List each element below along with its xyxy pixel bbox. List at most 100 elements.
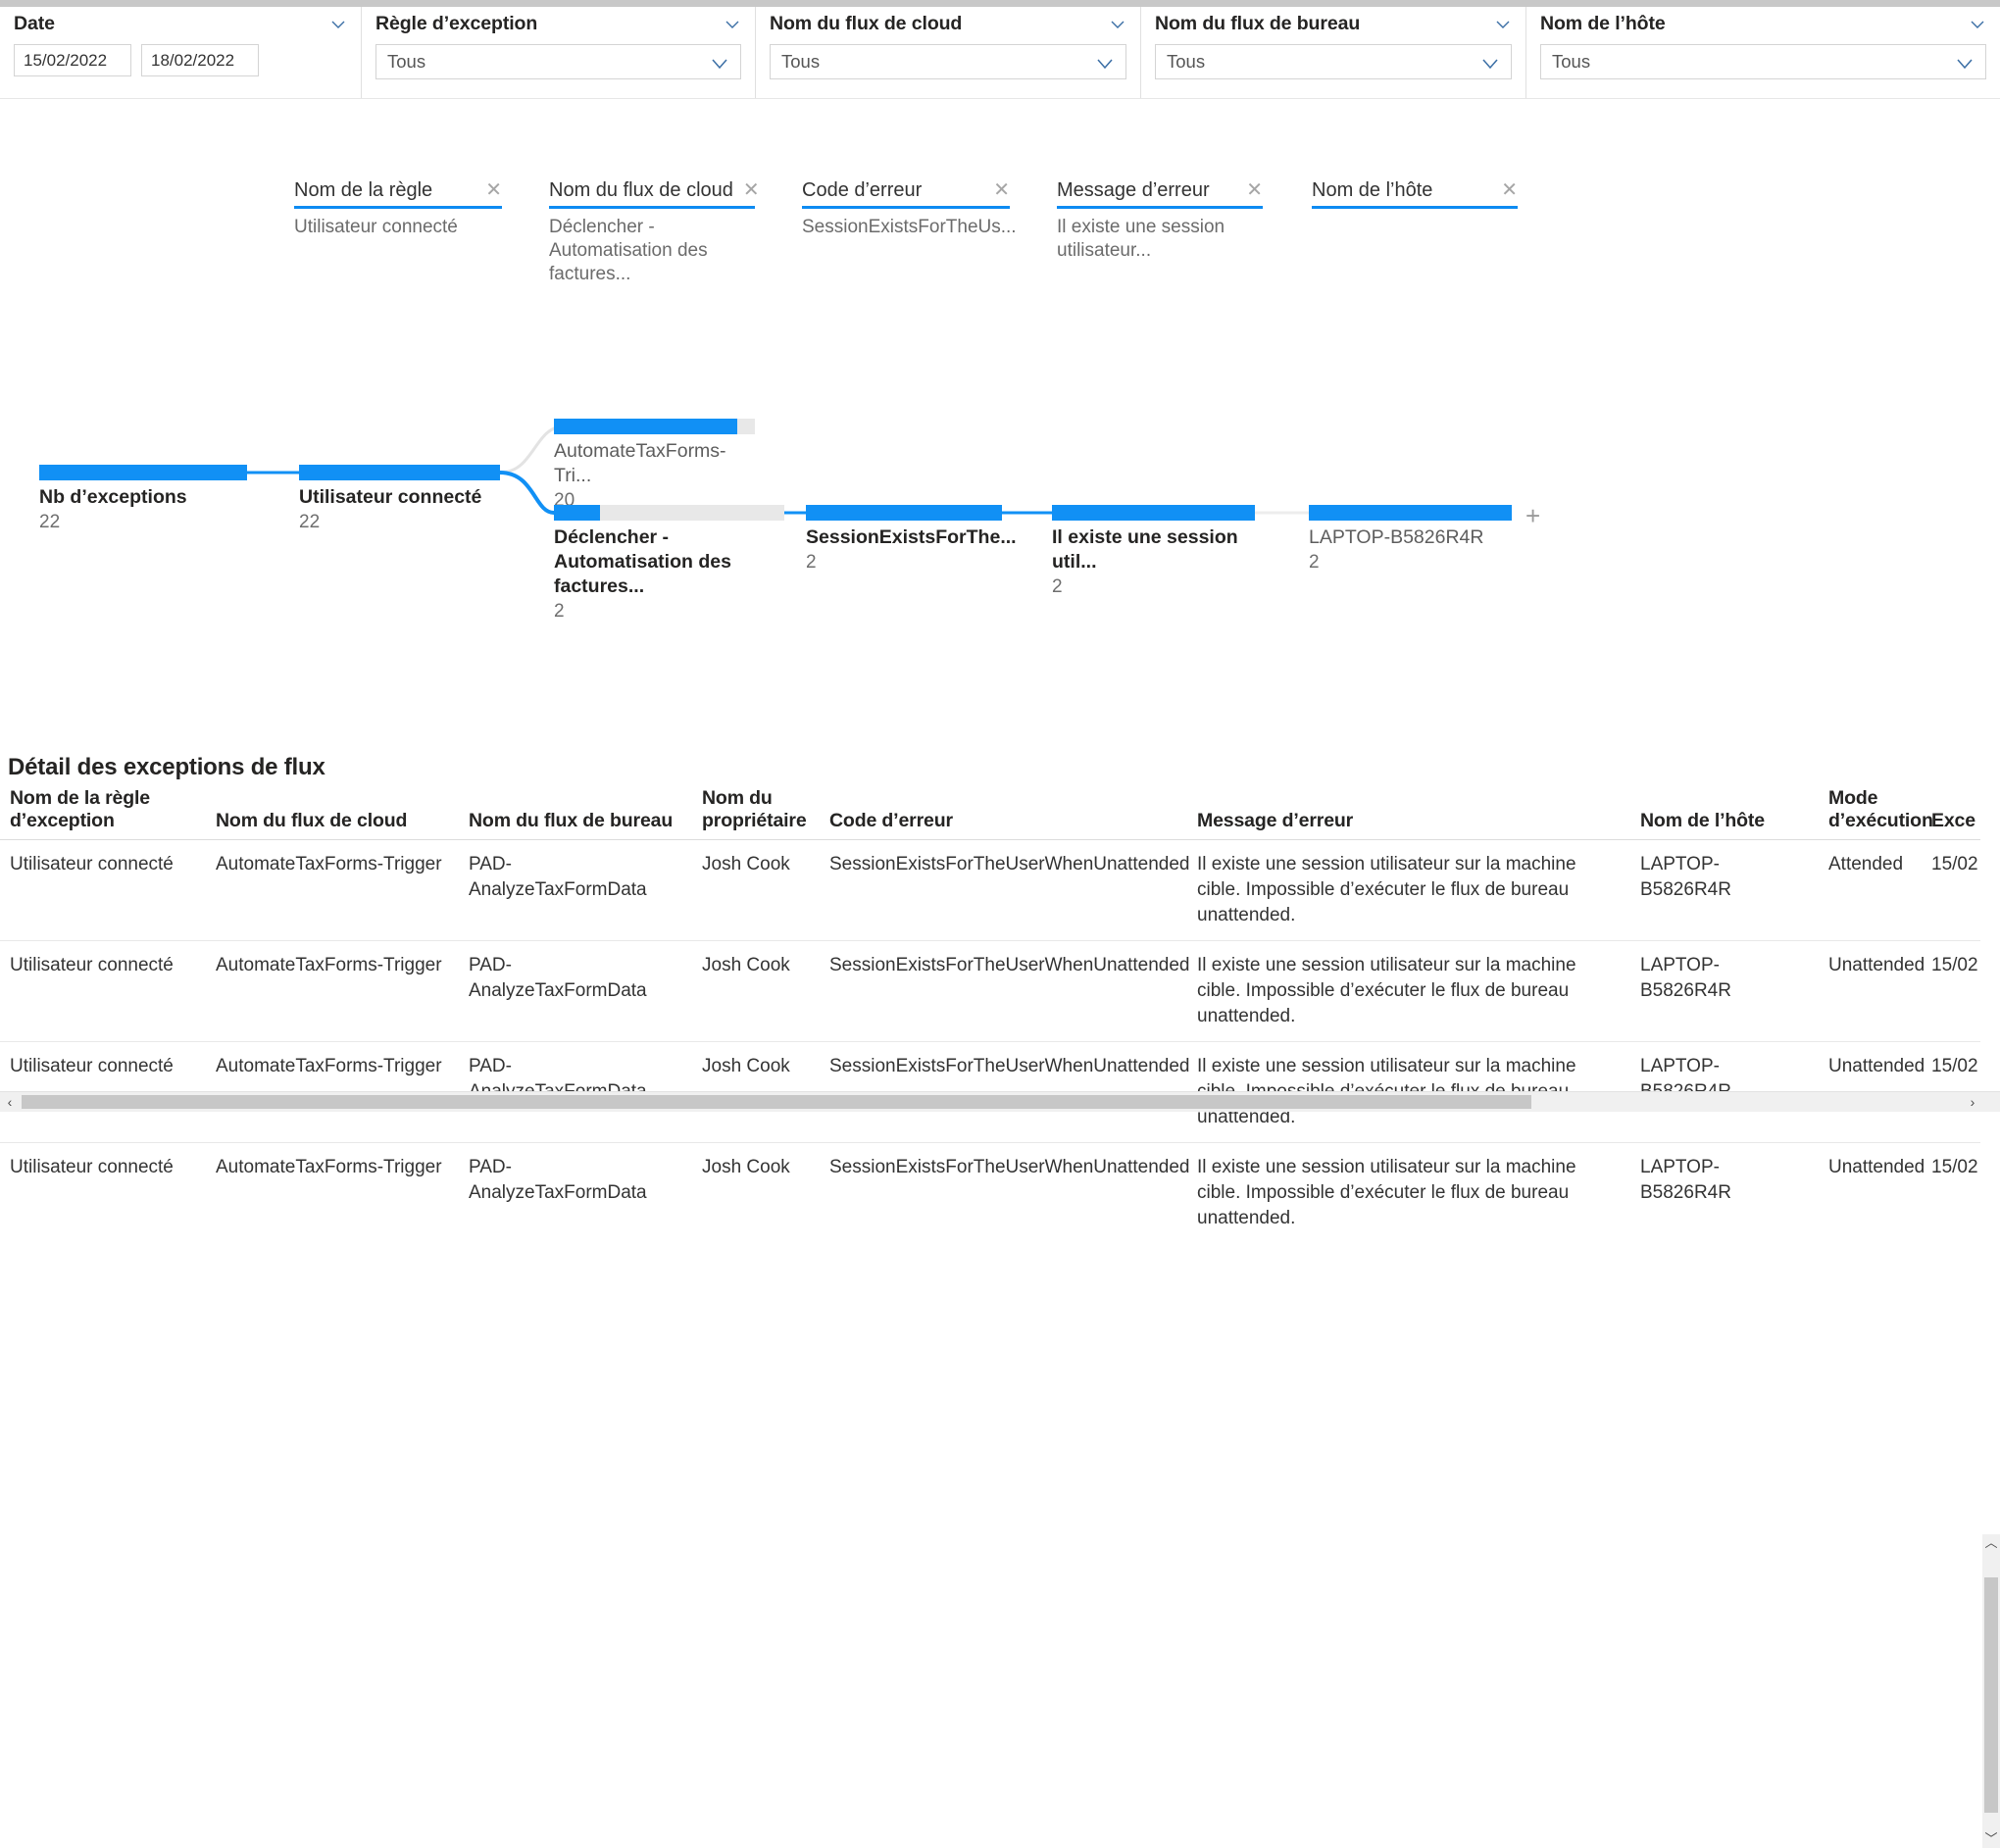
close-icon[interactable]: ✕ xyxy=(983,180,1010,200)
table-row[interactable]: Utilisateur connecté AutomateTaxForms-Tr… xyxy=(0,1143,1980,1244)
scroll-up-icon[interactable]: ︿ xyxy=(1982,1534,2000,1552)
close-icon[interactable]: ✕ xyxy=(475,180,502,200)
filter-cloud-flow: Nom du flux de cloud Tous xyxy=(755,7,1140,98)
tree-node-bar xyxy=(554,505,784,521)
filter-host-title: Nom de l’hôte xyxy=(1540,12,1666,35)
tree-node-value: 2 xyxy=(554,600,784,624)
exception-details-table: Nom de la règle d’exception Nom du flux … xyxy=(0,787,1980,1243)
column-header-cloud-flow[interactable]: Nom du flux de cloud xyxy=(206,787,459,840)
chip-value: Utilisateur connecté xyxy=(294,209,502,239)
cell-owner: Josh Cook xyxy=(692,941,820,1042)
chip-label: Nom du flux de cloud xyxy=(549,178,733,202)
cell-desktop-flow: PAD-AnalyzeTaxFormData xyxy=(459,840,692,941)
column-header-error-message[interactable]: Message d’erreur xyxy=(1187,787,1630,840)
chip-host-name[interactable]: Nom de l’hôte ✕ xyxy=(1312,178,1518,216)
scroll-down-icon[interactable]: ﹀ xyxy=(1982,1830,2000,1848)
tree-node-value: 22 xyxy=(299,511,500,534)
filter-host-dropdown[interactable]: Tous xyxy=(1540,44,1986,79)
cell-date: 15/02 xyxy=(1922,840,1980,941)
tree-node-label: SessionExistsForThe... xyxy=(806,525,1002,550)
cell-rule: Utilisateur connecté xyxy=(0,840,206,941)
close-icon[interactable]: ✕ xyxy=(733,180,760,200)
chip-cloud-flow-name[interactable]: Nom du flux de cloud ✕ Déclencher - Auto… xyxy=(549,178,755,286)
chevron-down-icon[interactable] xyxy=(724,16,741,33)
chip-rule-name-head: Nom de la règle ✕ xyxy=(294,178,502,209)
cell-host: LAPTOP-B5826R4R xyxy=(1630,941,1819,1042)
decomposition-tree: Nb d’exceptions 22 Utilisateur connecté … xyxy=(0,392,2000,716)
cell-mode: Attended xyxy=(1819,840,1922,941)
table-header-row: Nom de la règle d’exception Nom du flux … xyxy=(0,787,1980,840)
tree-node-value: 2 xyxy=(1052,575,1255,599)
table-horizontal-scrollbar[interactable]: ‹ › xyxy=(0,1091,2000,1112)
cell-cloud-flow: AutomateTaxForms-Trigger xyxy=(206,840,459,941)
chevron-down-icon xyxy=(1479,53,1501,75)
chip-value: Il existe une session utilisateur... xyxy=(1057,209,1263,263)
tree-node-error-message[interactable]: Il existe une session util... 2 xyxy=(1052,505,1255,599)
tree-node-bar xyxy=(554,419,755,434)
filter-host-header: Nom de l’hôte xyxy=(1526,7,2000,35)
cell-error-message: Il existe une session utilisateur sur la… xyxy=(1187,1143,1630,1244)
cell-cloud-flow: AutomateTaxForms-Trigger xyxy=(206,1143,459,1244)
cell-error-code: SessionExistsForTheUserWhenUnattended xyxy=(820,840,1187,941)
cell-desktop-flow: PAD-AnalyzeTaxFormData xyxy=(459,1143,692,1244)
chevron-down-icon[interactable] xyxy=(1494,16,1512,33)
chip-rule-name[interactable]: Nom de la règle ✕ Utilisateur connecté xyxy=(294,178,502,239)
add-level-icon[interactable]: + xyxy=(1525,506,1540,525)
filter-desktop-flow-header: Nom du flux de bureau xyxy=(1141,7,1525,35)
scroll-right-icon[interactable]: › xyxy=(1963,1092,1982,1112)
cell-cloud-flow: AutomateTaxForms-Trigger xyxy=(206,941,459,1042)
tree-node-value: 2 xyxy=(806,551,1002,574)
tree-node-total[interactable]: Nb d’exceptions 22 xyxy=(39,465,247,534)
tree-node-cloudflow-automate[interactable]: AutomateTaxForms-Tri... 20 xyxy=(554,419,755,513)
chevron-down-icon xyxy=(709,53,730,75)
column-header-error-code[interactable]: Code d’erreur xyxy=(820,787,1187,840)
filter-cloud-flow-value: Tous xyxy=(781,51,820,73)
tree-node-cloudflow-declencher[interactable]: Déclencher - Automatisation des factures… xyxy=(554,505,784,624)
tree-node-value: 2 xyxy=(1309,551,1512,574)
column-header-owner[interactable]: Nom du propriétaire xyxy=(692,787,820,840)
cell-owner: Josh Cook xyxy=(692,840,820,941)
chip-value: Déclencher - Automatisation des factures… xyxy=(549,209,755,286)
chip-label: Message d’erreur xyxy=(1057,178,1210,202)
filter-rule-dropdown[interactable]: Tous xyxy=(375,44,741,79)
chevron-down-icon[interactable] xyxy=(329,16,347,33)
table-row[interactable]: Utilisateur connecté AutomateTaxForms-Tr… xyxy=(0,840,1980,941)
chip-cloud-flow-name-head: Nom du flux de cloud ✕ xyxy=(549,178,755,209)
cell-rule: Utilisateur connecté xyxy=(0,1143,206,1244)
tree-node-host[interactable]: LAPTOP-B5826R4R 2 xyxy=(1309,505,1512,574)
filter-date-header: Date xyxy=(0,7,361,35)
tree-node-value: 22 xyxy=(39,511,247,534)
chip-host-name-head: Nom de l’hôte ✕ xyxy=(1312,178,1518,209)
chip-label: Nom de l’hôte xyxy=(1312,178,1432,202)
scroll-left-icon[interactable]: ‹ xyxy=(0,1092,20,1112)
column-header-rule[interactable]: Nom de la règle d’exception xyxy=(0,787,206,840)
cell-desktop-flow: PAD-AnalyzeTaxFormData xyxy=(459,941,692,1042)
column-header-mode[interactable]: Mode d’exécution xyxy=(1819,787,1922,840)
filter-rule: Règle d’exception Tous xyxy=(361,7,755,98)
chip-error-code[interactable]: Code d’erreur ✕ SessionExistsForTheUs... xyxy=(802,178,1010,239)
chip-error-message-head: Message d’erreur ✕ xyxy=(1057,178,1263,209)
column-header-host[interactable]: Nom de l’hôte xyxy=(1630,787,1819,840)
date-end-input[interactable]: 18/02/2022 xyxy=(141,44,259,76)
vertical-scroll-thumb[interactable] xyxy=(1984,1577,1998,1813)
filter-desktop-flow-dropdown[interactable]: Tous xyxy=(1155,44,1512,79)
chip-error-message[interactable]: Message d’erreur ✕ Il existe une session… xyxy=(1057,178,1263,263)
chip-value xyxy=(1312,209,1518,216)
column-header-desktop-flow[interactable]: Nom du flux de bureau xyxy=(459,787,692,840)
filter-date: Date 15/02/2022 18/02/2022 xyxy=(0,7,361,98)
filter-cloud-flow-dropdown[interactable]: Tous xyxy=(770,44,1126,79)
date-start-input[interactable]: 15/02/2022 xyxy=(14,44,131,76)
close-icon[interactable]: ✕ xyxy=(1491,180,1518,200)
exception-details-panel: Détail des exceptions de flux Nom de la … xyxy=(0,750,2000,1112)
table-vertical-scrollbar[interactable]: ︿ ﹀ xyxy=(1982,1534,2000,1848)
close-icon[interactable]: ✕ xyxy=(1236,180,1263,200)
chevron-down-icon[interactable] xyxy=(1969,16,1986,33)
horizontal-scroll-thumb[interactable] xyxy=(22,1095,1531,1109)
filter-host-value: Tous xyxy=(1552,51,1590,73)
table-row[interactable]: Utilisateur connecté AutomateTaxForms-Tr… xyxy=(0,941,1980,1042)
chevron-down-icon[interactable] xyxy=(1109,16,1126,33)
tree-node-rule[interactable]: Utilisateur connecté 22 xyxy=(299,465,500,534)
tree-node-error-code[interactable]: SessionExistsForThe... 2 xyxy=(806,505,1002,574)
tree-node-bar xyxy=(299,465,500,480)
cell-host: LAPTOP-B5826R4R xyxy=(1630,840,1819,941)
